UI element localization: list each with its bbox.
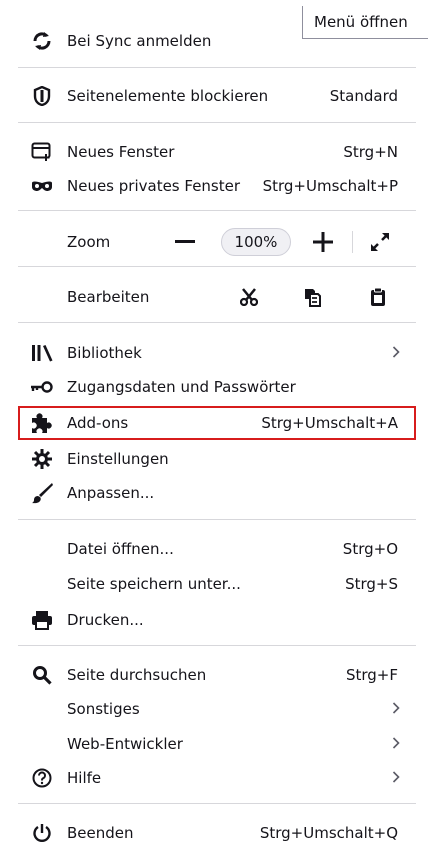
separator [352, 231, 353, 253]
menu-item-label: Sonstiges [67, 700, 140, 718]
menu-item-label: Anpassen... [67, 484, 155, 502]
tooltip-text: Menü öffnen [314, 13, 408, 31]
search-icon [30, 663, 54, 687]
menu-item-label: Beenden [67, 824, 134, 842]
fullscreen-icon[interactable] [370, 232, 390, 252]
chevron-right-icon [392, 735, 400, 753]
shortcut-label: Strg+Umschalt+P [262, 177, 398, 195]
separator [18, 645, 416, 646]
zoom-in-button[interactable] [313, 232, 333, 252]
separator [18, 266, 416, 267]
menu-item-label: Seite speichern unter... [67, 575, 241, 593]
power-icon [30, 821, 54, 845]
menu-item-label: Hilfe [67, 769, 102, 787]
shortcut-label: Strg+O [342, 540, 398, 558]
menu-item-label: Seite durchsuchen [67, 666, 207, 684]
menu-item-label: Drucken... [67, 611, 144, 629]
menu-item-label: Seitenelemente blockieren [67, 87, 269, 105]
menu-item-more-tools[interactable]: Sonstiges [0, 692, 428, 726]
menu-item-label: Bearbeiten [67, 288, 150, 306]
menu-item-label: Neues privates Fenster [67, 177, 241, 195]
separator [18, 122, 416, 123]
mask-icon [30, 174, 54, 198]
printer-icon [30, 608, 54, 632]
menu-item-label: Zugangsdaten und Passwörter [67, 378, 296, 396]
menu-item-zoom: Zoom 100% [0, 225, 428, 259]
menu-item-private-window[interactable]: Neues privates Fenster Strg+Umschalt+P [0, 169, 428, 203]
menu-item-library[interactable]: Bibliothek [0, 336, 428, 370]
gear-icon [30, 447, 54, 471]
separator [18, 519, 416, 520]
shortcut-label: Strg+S [345, 575, 398, 593]
highlight-box [18, 406, 416, 440]
menu-item-save-page[interactable]: Seite speichern unter... Strg+S [0, 567, 428, 601]
menu-item-open-file[interactable]: Datei öffnen... Strg+O [0, 532, 428, 566]
menu-item-label: Bei Sync anmelden [67, 32, 212, 50]
chevron-right-icon [392, 344, 400, 362]
menu-item-label: Zoom [67, 233, 111, 251]
cut-icon[interactable] [240, 288, 258, 306]
menu-item-label: Web-Entwickler [67, 735, 183, 753]
help-icon [30, 766, 54, 790]
app-menu: Bei Sync anmelden Menü öffnen Seitenelem… [0, 0, 428, 856]
separator [18, 210, 416, 211]
chevron-right-icon [392, 769, 400, 787]
sync-icon [30, 29, 54, 53]
menu-item-label: Bibliothek [67, 344, 142, 362]
menu-item-new-window[interactable]: Neues Fenster Strg+N [0, 135, 428, 169]
separator [18, 803, 416, 804]
brush-icon [30, 481, 54, 505]
tooltip: Menü öffnen [302, 6, 428, 39]
menu-item-web-developer[interactable]: Web-Entwickler [0, 727, 428, 761]
copy-icon[interactable] [303, 287, 321, 307]
menu-item-label: Datei öffnen... [67, 540, 174, 558]
menu-item-passwords[interactable]: Zugangsdaten und Passwörter [0, 370, 428, 404]
menu-item-help[interactable]: Hilfe [0, 761, 428, 795]
shortcut-label: Strg+N [343, 143, 398, 161]
menu-item-label: Einstellungen [67, 450, 169, 468]
menu-item-find[interactable]: Seite durchsuchen Strg+F [0, 658, 428, 692]
zoom-reset-button[interactable]: 100% [221, 228, 291, 256]
shield-icon [30, 84, 54, 108]
new-window-icon [30, 140, 54, 164]
menu-item-quit[interactable]: Beenden Strg+Umschalt+Q [0, 816, 428, 850]
shortcut-label: Strg+F [345, 666, 398, 684]
menu-item-content-blocking[interactable]: Seitenelemente blockieren Standard [0, 79, 428, 113]
key-icon [30, 375, 54, 399]
zoom-level: 100% [234, 233, 278, 251]
chevron-right-icon [392, 700, 400, 718]
separator [18, 322, 416, 323]
status-value: Standard [329, 87, 398, 105]
menu-item-settings[interactable]: Einstellungen [0, 442, 428, 476]
paste-icon[interactable] [370, 287, 386, 307]
menu-item-label: Neues Fenster [67, 143, 175, 161]
shortcut-label: Strg+Umschalt+Q [259, 824, 398, 842]
library-icon [30, 341, 54, 365]
zoom-out-button[interactable] [175, 240, 195, 244]
menu-item-print[interactable]: Drucken... [0, 603, 428, 637]
separator [18, 67, 416, 68]
menu-item-edit: Bearbeiten [0, 280, 428, 314]
menu-item-customize[interactable]: Anpassen... [0, 476, 428, 510]
